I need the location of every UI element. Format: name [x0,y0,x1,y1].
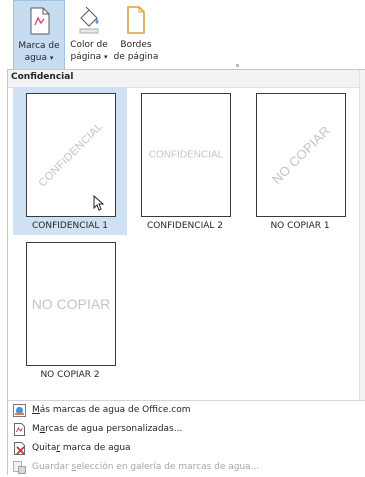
custom-watermark-icon [14,423,25,436]
gallery-item-label: CONFIDENCIAL 1 [32,221,108,231]
watermark-text: CONFIDENCIAL [148,149,224,161]
save-selection-to-gallery-menu-item[interactable]: Guardar selección en galería de marcas d… [8,458,365,477]
dropdown-caret-icon: ▾ [104,53,108,61]
gallery-item-label: NO COPIAR 1 [270,221,330,231]
watermark-button-label: Marca de [18,41,60,51]
save-to-gallery-icon [13,461,26,474]
page-color-button[interactable]: Color de página ▾ [66,0,112,69]
page-color-button-label: Color de [70,40,108,50]
ribbon-page-background-group: Marca de agua ▾ Color de página ▾ Bordes… [0,0,365,69]
watermark-gallery-item[interactable]: NO COPIAR NO COPIAR 1 [243,87,357,235]
watermark-gallery: Confidencial CONFIDENCIAL CONFIDENCIAL 1… [7,69,365,477]
ribbon-divider-mark [236,64,239,67]
page-thumbnail: NO COPIAR [256,93,346,217]
watermark-icon [30,7,50,35]
custom-watermark-menu-item[interactable]: Marcas de agua personalizadas... [8,420,365,439]
page-borders-icon [127,6,145,34]
mouse-pointer-icon [93,195,105,211]
page-borders-button-label: Bordes [120,40,152,50]
menu-item-label: Guardar selección en galería de marcas d… [32,462,260,472]
page-thumbnail: NO COPIAR [26,242,116,366]
dropdown-caret-icon: ▾ [49,54,54,62]
remove-watermark-icon [14,442,25,455]
paint-bucket-icon [79,6,99,34]
watermark-gallery-item[interactable]: CONFIDENCIAL CONFIDENCIAL 2 [128,87,242,235]
watermark-gallery-item[interactable]: NO COPIAR NO COPIAR 2 [13,236,127,384]
remove-watermark-menu-item[interactable]: Quitar marca de agua [8,439,365,458]
office-watermark-icon [13,404,26,417]
gallery-scrollbar[interactable] [359,70,365,400]
watermark-text: CONFIDENCIAL [36,120,106,190]
more-watermarks-office-menu-item[interactable]: Más marcas de agua de Office.com [8,401,365,420]
gallery-section-title: Confidencial [11,72,74,82]
watermark-menu: Más marcas de agua de Office.com Marcas … [8,400,365,477]
page-color-button-label-line2: página ▾ [70,52,108,62]
menu-item-label: Marcas de agua personalizadas... [32,424,183,434]
watermark-button-label-line2: agua ▾ [24,53,54,63]
menu-item-label: Más marcas de agua de Office.com [32,405,191,415]
page-thumbnail: CONFIDENCIAL [141,93,231,217]
gallery-item-label: CONFIDENCIAL 2 [147,221,223,231]
menu-item-label: Quitar marca de agua [32,443,131,453]
page-borders-button[interactable]: Bordes de página [113,0,159,69]
watermark-gallery-item[interactable]: CONFIDENCIAL CONFIDENCIAL 1 [13,87,127,235]
watermark-text: NO COPIAR [31,296,111,312]
gallery-section-header: Confidencial [8,70,359,88]
watermark-text: NO COPIAR [268,122,334,188]
watermark-button[interactable]: Marca de agua ▾ [13,0,65,69]
gallery-item-label: NO COPIAR 2 [40,370,100,380]
page-borders-button-label-line2: de página [113,52,159,62]
